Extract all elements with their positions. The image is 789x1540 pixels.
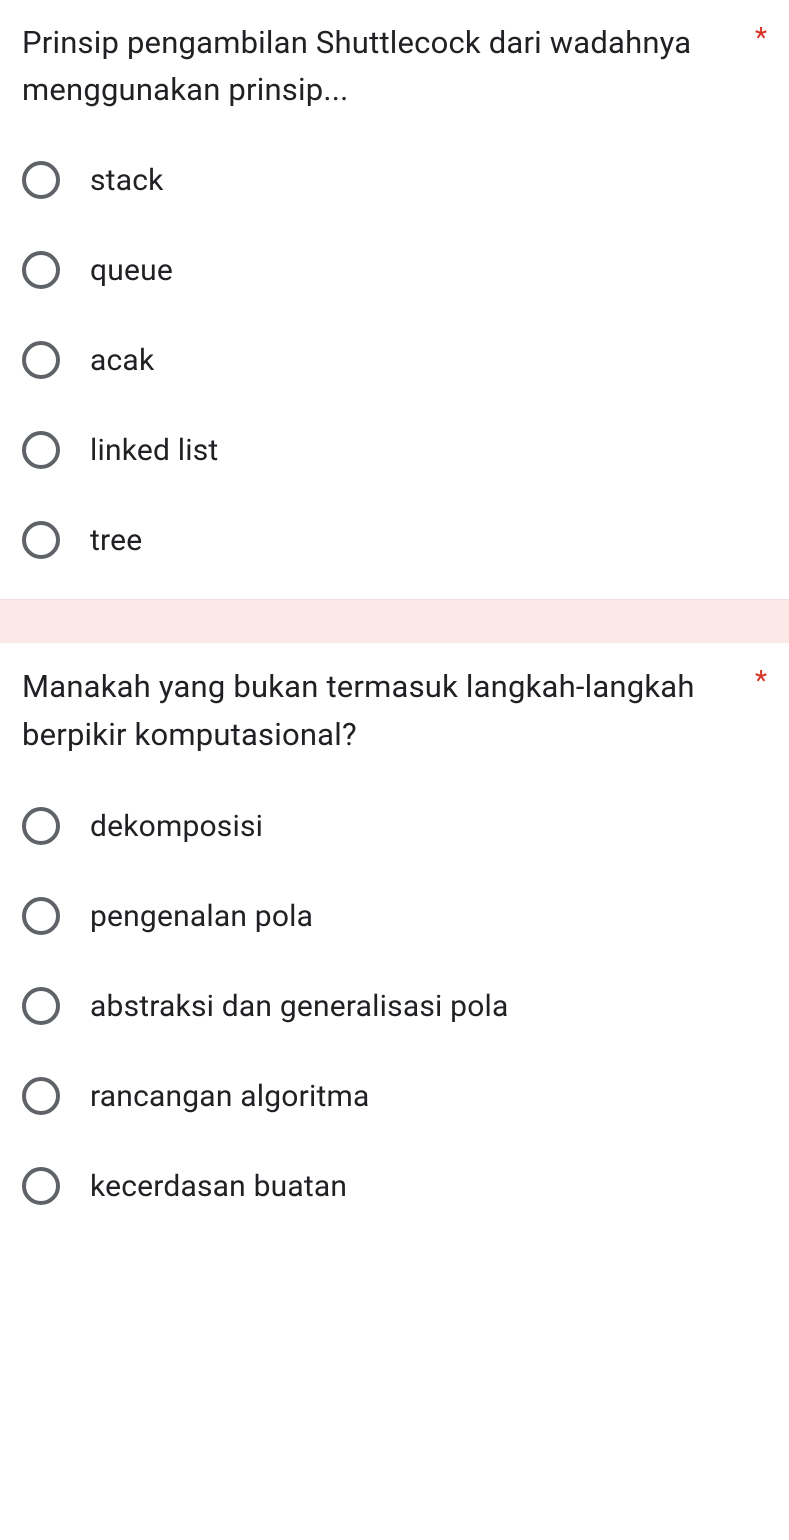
question-header-1: Prinsip pengambilan Shuttlecock dari wad… xyxy=(22,20,767,113)
radio-icon xyxy=(22,807,60,845)
option-pengenalan-pola[interactable]: pengenalan pola xyxy=(22,897,767,935)
card-divider xyxy=(0,599,789,643)
radio-icon xyxy=(22,341,60,379)
radio-icon xyxy=(22,987,60,1025)
radio-icon xyxy=(22,1167,60,1205)
question-card-1: Prinsip pengambilan Shuttlecock dari wad… xyxy=(0,0,789,599)
radio-icon xyxy=(22,431,60,469)
option-label: dekomposisi xyxy=(90,809,263,844)
radio-icon xyxy=(22,1077,60,1115)
option-abstraksi-dan-generalisasi-pola[interactable]: abstraksi dan generalisasi pola xyxy=(22,987,767,1025)
radio-icon xyxy=(22,521,60,559)
option-label: pengenalan pola xyxy=(90,899,313,934)
question-text-2: Manakah yang bukan termasuk langkah-lang… xyxy=(22,663,741,759)
option-kecerdasan-buatan[interactable]: kecerdasan buatan xyxy=(22,1167,767,1205)
required-asterisk-icon: * xyxy=(755,20,767,56)
radio-icon xyxy=(22,897,60,935)
question-text-1: Prinsip pengambilan Shuttlecock dari wad… xyxy=(22,20,741,113)
options-list-1: stack queue acak linked list tree xyxy=(22,161,767,559)
radio-icon xyxy=(22,161,60,199)
option-label: kecerdasan buatan xyxy=(90,1169,347,1204)
option-tree[interactable]: tree xyxy=(22,521,767,559)
option-dekomposisi[interactable]: dekomposisi xyxy=(22,807,767,845)
option-label: rancangan algoritma xyxy=(90,1079,370,1114)
option-acak[interactable]: acak xyxy=(22,341,767,379)
options-list-2: dekomposisi pengenalan pola abstraksi da… xyxy=(22,807,767,1205)
radio-icon xyxy=(22,251,60,289)
option-stack[interactable]: stack xyxy=(22,161,767,199)
option-label: queue xyxy=(90,253,173,288)
option-label: acak xyxy=(90,343,154,378)
option-label: tree xyxy=(90,523,142,558)
question-header-2: Manakah yang bukan termasuk langkah-lang… xyxy=(22,663,767,759)
option-rancangan-algoritma[interactable]: rancangan algoritma xyxy=(22,1077,767,1115)
option-label: stack xyxy=(90,163,164,198)
option-label: abstraksi dan generalisasi pola xyxy=(90,989,509,1024)
option-queue[interactable]: queue xyxy=(22,251,767,289)
question-card-2: Manakah yang bukan termasuk langkah-lang… xyxy=(0,643,789,1245)
option-linked-list[interactable]: linked list xyxy=(22,431,767,469)
required-asterisk-icon: * xyxy=(755,663,767,699)
option-label: linked list xyxy=(90,433,218,468)
